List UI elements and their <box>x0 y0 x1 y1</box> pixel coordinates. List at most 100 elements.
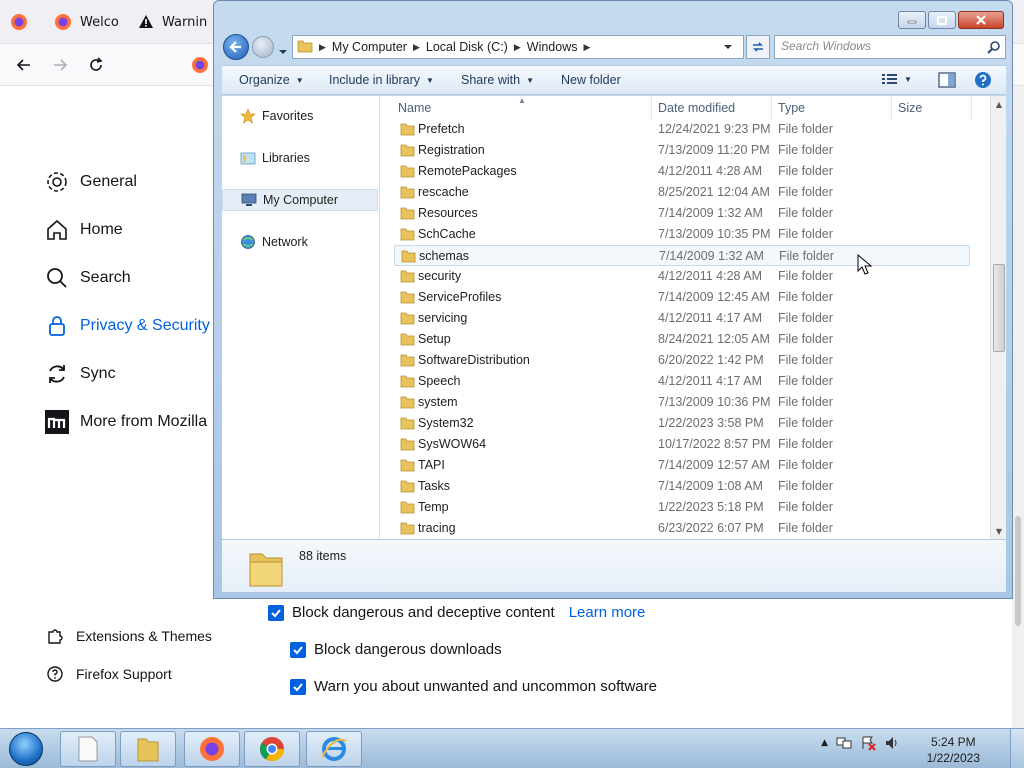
table-row[interactable]: Temp 1/22/2023 5:18 PM File folder <box>394 497 970 518</box>
table-row[interactable]: SoftwareDistribution 6/20/2022 1:42 PM Fil… <box>394 350 970 371</box>
show-hidden-icons-button[interactable]: ▲ <box>821 738 828 748</box>
table-row[interactable]: Prefetch 12/24/2021 9:23 PM File folder <box>394 119 970 140</box>
action-center-icon[interactable] <box>860 735 876 751</box>
search-icon[interactable] <box>987 40 1001 57</box>
taskbar-ie[interactable] <box>306 731 362 767</box>
breadcrumb-arrow-icon[interactable]: ▶ <box>512 42 523 53</box>
file-list-scrollbar[interactable]: ▲ ▼ <box>990 96 1006 539</box>
block-downloads-checkbox[interactable]: Block dangerous downloads <box>290 641 502 658</box>
address-dropdown-button[interactable] <box>718 35 738 59</box>
url-bar-identity[interactable] <box>186 52 214 78</box>
include-in-library-menu[interactable]: Include in library ▼ <box>329 73 434 87</box>
column-header-type[interactable]: Type <box>772 96 892 120</box>
show-desktop-button[interactable] <box>1010 729 1024 768</box>
column-header-date[interactable]: Date modified <box>652 96 772 120</box>
table-row[interactable]: servicing 4/12/2011 4:17 AM File folder <box>394 308 970 329</box>
extensions-themes-link[interactable]: Extensions & Themes <box>46 624 212 648</box>
sidebar-item-general[interactable]: General <box>44 164 137 200</box>
start-button[interactable] <box>4 730 48 768</box>
firefox-tab-warning[interactable]: Warnin <box>128 4 213 40</box>
preview-pane-button[interactable] <box>938 72 956 88</box>
table-row[interactable]: SchCache 7/13/2009 10:35 PM File folder <box>394 224 970 245</box>
scroll-down-button[interactable]: ▼ <box>991 523 1007 539</box>
table-row[interactable]: Speech 4/12/2011 4:17 AM File folder <box>394 371 970 392</box>
volume-icon[interactable] <box>884 735 900 751</box>
table-row[interactable]: TAPI 7/14/2009 12:57 AM File folder <box>394 455 970 476</box>
sidebar-item-home[interactable]: Home <box>44 212 123 248</box>
file-date: 4/12/2011 4:17 AM <box>658 311 763 325</box>
firefox-tab-0[interactable] <box>0 4 40 40</box>
close-button[interactable] <box>958 11 1004 29</box>
reload-button[interactable] <box>82 52 110 78</box>
table-row[interactable]: System32 1/22/2023 3:58 PM File folder <box>394 413 970 434</box>
share-with-menu[interactable]: Share with ▼ <box>461 73 534 87</box>
breadcrumb-my-computer[interactable]: My Computer <box>328 40 411 54</box>
scroll-up-button[interactable]: ▲ <box>991 96 1007 112</box>
block-deceptive-checkbox[interactable]: Block dangerous and deceptive content Le… <box>268 604 645 621</box>
table-row[interactable]: Resources 7/14/2009 1:32 AM File folder <box>394 203 970 224</box>
firefox-tab-welcome[interactable]: Welco <box>44 4 124 40</box>
firefox-support-link[interactable]: Firefox Support <box>46 662 172 686</box>
table-row[interactable]: SysWOW64 10/17/2022 8:57 PM File folder <box>394 434 970 455</box>
minimize-button[interactable] <box>898 11 926 29</box>
learn-more-link[interactable]: Learn more <box>569 604 646 621</box>
explorer-forward-button[interactable] <box>252 36 274 58</box>
sidebar-item-search[interactable]: Search <box>44 260 131 296</box>
help-button[interactable] <box>974 71 992 89</box>
taskbar-chrome[interactable] <box>244 731 300 767</box>
address-bar[interactable]: ▶ My Computer ▶ Local Disk (C:) ▶ Window… <box>292 35 744 59</box>
nav-item-network[interactable]: Network <box>222 231 378 253</box>
file-date: 4/12/2011 4:17 AM <box>658 374 763 388</box>
checkmark-icon <box>290 641 306 658</box>
file-date: 10/17/2022 8:57 PM <box>658 437 771 451</box>
sidebar-item-privacy[interactable]: Privacy & Security <box>44 308 210 344</box>
maximize-button[interactable] <box>928 11 956 29</box>
back-button[interactable] <box>10 52 38 78</box>
nav-item-favorites[interactable]: Favorites <box>222 105 378 127</box>
table-row[interactable]: RemotePackages 4/12/2011 4:28 AM File fold… <box>394 161 970 182</box>
nav-item-my-computer[interactable]: My Computer <box>222 189 378 211</box>
search-input[interactable]: Search Windows <box>774 35 1006 59</box>
taskbar-explorer[interactable] <box>120 731 176 767</box>
scrollbar-thumb[interactable] <box>1015 516 1021 626</box>
sidebar-item-label: General <box>80 173 137 190</box>
table-row[interactable]: system 7/13/2009 10:36 PM File folder <box>394 392 970 413</box>
table-row[interactable]: ServiceProfiles 7/14/2009 12:45 AM File fo… <box>394 287 970 308</box>
nav-item-libraries[interactable]: Libraries <box>222 147 378 169</box>
clock[interactable]: 5:24 PM 1/22/2023 <box>927 734 980 766</box>
table-row[interactable]: Tasks 7/14/2009 1:08 AM File folder <box>394 476 970 497</box>
forward-button[interactable] <box>46 52 74 78</box>
folder-icon <box>400 354 415 367</box>
table-row[interactable]: tracing 6/23/2022 6:07 PM File folder <box>394 518 970 539</box>
windows-logo-icon <box>9 732 43 766</box>
table-row[interactable]: Registration 7/13/2009 11:20 PM File folde… <box>394 140 970 161</box>
breadcrumb-arrow-icon[interactable]: ▶ <box>581 42 592 53</box>
firefox-page-scrollbar[interactable] <box>1012 86 1024 728</box>
new-folder-button[interactable]: New folder <box>561 73 621 87</box>
breadcrumb-arrow-icon[interactable]: ▶ <box>411 42 422 53</box>
explorer-back-button[interactable] <box>223 34 249 60</box>
computer-icon <box>241 193 257 206</box>
table-row[interactable]: rescache 8/25/2021 12:04 AM File folder <box>394 182 970 203</box>
warn-unwanted-checkbox[interactable]: Warn you about unwanted and uncommon sof… <box>290 678 657 695</box>
chevron-down-icon: ▼ <box>526 75 534 85</box>
table-row[interactable]: Setup 8/24/2021 12:05 AM File folder <box>394 329 970 350</box>
change-view-button[interactable]: ▼ <box>882 73 912 85</box>
sidebar-item-mozilla[interactable]: More from Mozilla <box>44 404 207 440</box>
breadcrumb-windows[interactable]: Windows <box>523 40 582 54</box>
breadcrumb-arrow-icon[interactable]: ▶ <box>317 42 328 53</box>
table-row[interactable]: schemas 7/14/2009 1:32 AM File folder <box>394 245 970 266</box>
column-header-size[interactable]: Size <box>892 96 972 120</box>
breadcrumb-local-disk[interactable]: Local Disk (C:) <box>422 40 512 54</box>
scrollbar-thumb[interactable] <box>993 264 1005 352</box>
taskbar-firefox[interactable] <box>184 731 240 767</box>
network-tray-icon[interactable] <box>836 735 852 751</box>
recent-pages-button[interactable] <box>278 42 288 54</box>
organize-menu[interactable]: Organize ▼ <box>239 73 304 87</box>
file-name: system <box>418 395 458 409</box>
sidebar-item-sync[interactable]: Sync <box>44 356 116 392</box>
file-name: SysWOW64 <box>418 437 487 451</box>
taskbar-notepad[interactable] <box>60 731 116 767</box>
table-row[interactable]: security 4/12/2011 4:28 AM File folder <box>394 266 970 287</box>
refresh-button[interactable] <box>746 35 770 59</box>
